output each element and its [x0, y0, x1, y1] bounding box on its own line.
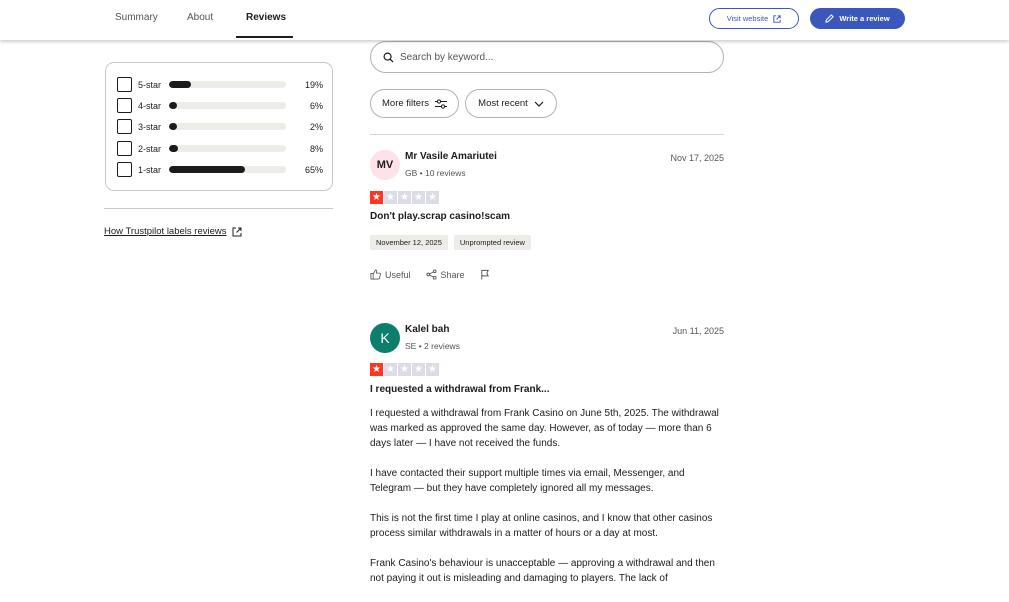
reviewer-name[interactable]: Kalel bah [405, 324, 449, 335]
sort-dropdown[interactable]: Most recent [465, 89, 557, 118]
rating-bar-fill [169, 81, 192, 88]
avatar: K [370, 323, 400, 353]
share-icon [425, 269, 437, 280]
rating-percent: 65% [304, 164, 323, 175]
star-icon: ★ [412, 191, 425, 204]
review-actions: Useful Share [370, 269, 490, 280]
star-icon: ★ [370, 363, 383, 376]
rating-bar-fill [169, 145, 179, 152]
checkbox[interactable] [117, 141, 132, 156]
rating-filter-1-star[interactable]: 1-star 65% [117, 162, 323, 177]
rating-bar [169, 145, 286, 152]
checkbox[interactable] [117, 119, 132, 134]
checkbox[interactable] [117, 162, 132, 177]
external-link-icon [232, 227, 242, 237]
star-rating: ★ ★ ★ ★ ★ [370, 191, 439, 204]
review-tags: November 12, 2025 Unprompted review [370, 235, 531, 250]
star-icon: ★ [398, 363, 411, 376]
experience-date-tag: November 12, 2025 [370, 235, 448, 250]
star-icon: ★ [426, 191, 439, 204]
review-card: MV Mr Vasile Amariutei GB • 10 reviews N… [370, 150, 724, 290]
rating-bar [169, 123, 286, 130]
review-body: I requested a withdrawal from Frank Casi… [370, 406, 726, 601]
flag-icon [480, 269, 490, 280]
review-date: Jun 11, 2025 [672, 326, 724, 336]
star-icon: ★ [384, 191, 397, 204]
rating-label: 4-star [138, 100, 162, 111]
rating-filter-4-star[interactable]: 4-star 6% [117, 98, 323, 113]
star-icon: ★ [412, 363, 425, 376]
visit-website-label: Visit website [726, 14, 769, 23]
star-icon: ★ [426, 363, 439, 376]
rating-bar-fill [169, 166, 246, 173]
rating-bar-fill [169, 102, 178, 109]
thumbs-up-icon [370, 269, 381, 280]
share-label: Share [440, 269, 465, 280]
useful-button[interactable]: Useful [370, 269, 411, 280]
rating-bar [169, 81, 286, 88]
reviewer-meta: SE • 2 reviews [405, 341, 460, 351]
useful-label: Useful [385, 269, 411, 280]
review-title[interactable]: I requested a withdrawal from Frank... [370, 384, 550, 395]
star-icon: ★ [398, 191, 411, 204]
pencil-icon [825, 14, 835, 23]
review-card: K Kalel bah SE • 2 reviews Jun 11, 2025 … [370, 323, 724, 602]
share-button[interactable]: Share [425, 269, 465, 280]
star-rating: ★ ★ ★ ★ ★ [370, 363, 439, 376]
star-filter-card: 5-star 19% 4-star 6% 3-star 2% 2-star 8%… [105, 62, 333, 191]
active-tab-indicator [236, 36, 293, 38]
reviewer-meta: GB • 10 reviews [405, 168, 466, 178]
rating-label: 1-star [138, 164, 162, 175]
rating-percent: 19% [304, 79, 323, 90]
checkbox[interactable] [117, 98, 132, 113]
rating-percent: 8% [309, 143, 323, 154]
sort-label: Most recent [478, 98, 528, 109]
rating-label: 3-star [138, 121, 162, 132]
avatar: MV [370, 150, 400, 180]
rating-filter-2-star[interactable]: 2-star 8% [117, 141, 323, 156]
top-nav: Summary About Reviews Visit website Writ… [0, 0, 1009, 40]
rating-bar [169, 166, 286, 173]
review-search [370, 41, 724, 73]
rating-label: 5-star [138, 79, 162, 90]
report-flag-button[interactable] [480, 269, 490, 280]
rating-bar [169, 102, 286, 109]
search-input[interactable] [400, 51, 700, 63]
tab-reviews[interactable]: Reviews [246, 12, 286, 23]
review-paragraph: I have contacted their support multiple … [370, 468, 685, 494]
more-filters-label: More filters [382, 98, 429, 109]
write-review-label: Write a review [839, 14, 890, 23]
search-icon [383, 52, 394, 63]
tab-about[interactable]: About [187, 12, 213, 23]
write-review-button[interactable]: Write a review [810, 8, 905, 29]
sliders-icon [434, 98, 447, 109]
unprompted-tag[interactable]: Unprompted review [453, 235, 531, 250]
more-filters-button[interactable]: More filters [370, 89, 459, 118]
review-paragraph: Frank Casino's behaviour is unacceptable… [370, 558, 715, 584]
review-paragraph: I requested a withdrawal from Frank Casi… [370, 408, 719, 449]
reviewer-name[interactable]: Mr Vasile Amariutei [405, 151, 497, 162]
rating-percent: 2% [309, 121, 323, 132]
visit-website-button[interactable]: Visit website [709, 8, 799, 29]
rating-filter-3-star[interactable]: 3-star 2% [117, 119, 323, 134]
rating-percent: 6% [309, 100, 323, 111]
tab-summary[interactable]: Summary [115, 12, 158, 23]
rating-label: 2-star [138, 143, 162, 154]
checkbox[interactable] [117, 77, 132, 92]
star-icon: ★ [384, 363, 397, 376]
divider [370, 134, 724, 135]
review-date: Nov 17, 2025 [670, 153, 724, 163]
chevron-down-icon [534, 101, 544, 107]
divider [104, 208, 333, 209]
labels-link-text: How Trustpilot labels reviews [104, 226, 227, 237]
star-icon: ★ [370, 191, 383, 204]
how-trustpilot-labels-link[interactable]: How Trustpilot labels reviews [104, 226, 242, 237]
external-link-icon [773, 14, 781, 23]
review-title[interactable]: Don't play.scrap casino!scam [370, 211, 510, 222]
rating-filter-5-star[interactable]: 5-star 19% [117, 77, 323, 92]
rating-bar-fill [169, 123, 178, 130]
review-paragraph: This is not the first time I play at onl… [370, 513, 713, 539]
